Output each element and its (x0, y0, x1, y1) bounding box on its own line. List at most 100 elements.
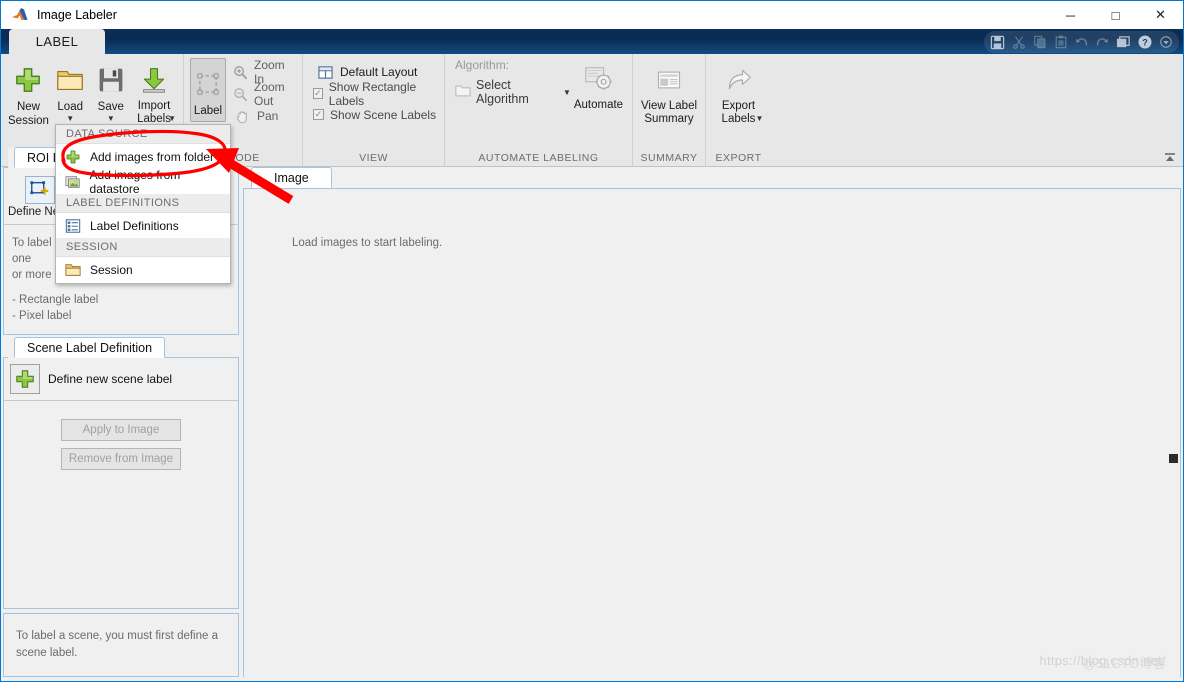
menu-header-data-source: DATA SOURCE (56, 125, 230, 144)
title-bar: Image Labeler ─ □ ✕ (1, 1, 1183, 29)
tab-label[interactable]: LABEL (9, 29, 105, 54)
tab-image[interactable]: Image (251, 167, 332, 188)
remove-from-image-button[interactable]: Remove from Image (61, 448, 181, 470)
ribbon-group-view: Default Layout ✓ Show Rectangle Labels ✓… (302, 54, 444, 167)
datastore-icon (64, 173, 82, 191)
pan-hand-icon (233, 107, 251, 125)
menu-item-session[interactable]: Session (56, 257, 230, 282)
label-mode-button[interactable]: Label (190, 58, 226, 122)
scene-note-panel: To label a scene, you must first define … (3, 613, 239, 677)
ribbon-group-export: Export Labels ▼ EXPORT (705, 54, 771, 167)
algorithm-folder-icon (455, 84, 471, 101)
paste-icon[interactable] (1051, 33, 1070, 51)
save-icon[interactable] (988, 33, 1007, 51)
export-labels-button[interactable]: Export Labels ▼ (712, 58, 765, 125)
import-labels-button[interactable]: Import Labels ▼ (131, 58, 177, 125)
checkbox-icon: ✓ (313, 88, 323, 99)
layout-grid-icon (316, 63, 334, 81)
scene-label-definition-panel: Scene Label Definition Define new scene … (3, 337, 239, 609)
add-plus-icon (64, 148, 82, 166)
close-button[interactable]: ✕ (1138, 1, 1183, 29)
svg-text:?: ? (1142, 38, 1148, 48)
menu-label-label-definitions: Label Definitions (90, 218, 179, 233)
matlab-icon (11, 6, 29, 24)
save-button[interactable]: Save ▼ (91, 58, 132, 123)
roi-hint-item1: - Rectangle label (12, 294, 99, 306)
group-title-export: EXPORT (715, 152, 762, 164)
pan-button[interactable]: Pan (230, 105, 296, 127)
scene-note-line2: scene label. (16, 647, 78, 659)
view-label-summary-button[interactable]: View Label Summary (639, 58, 699, 127)
empty-canvas-message: Load images to start labeling. (292, 237, 443, 249)
apply-to-image-button[interactable]: Apply to Image (61, 419, 181, 441)
label-roi-icon (191, 67, 225, 101)
define-new-scene-label: Define new scene label (48, 372, 173, 386)
scroll-marker[interactable] (1169, 454, 1178, 463)
redo-icon[interactable] (1093, 33, 1112, 51)
select-algorithm-caret-icon[interactable]: ▼ (563, 88, 571, 97)
zoom-out-label: Zoom Out (254, 80, 285, 108)
new-session-icon (11, 63, 45, 97)
define-roi-icon (25, 176, 55, 204)
load-caret-icon[interactable]: ▼ (66, 115, 74, 123)
show-rectangle-labels-checkbox[interactable]: ✓ Show Rectangle Labels (313, 80, 438, 108)
group-title-summary: SUMMARY (640, 152, 698, 164)
scene-actions: Apply to Image Remove from Image (4, 401, 238, 476)
select-algorithm-button[interactable]: Select Algorithm ▼ (451, 78, 571, 106)
scene-note: To label a scene, you must first define … (4, 614, 238, 676)
scene-panel-tabs: Scene Label Definition (8, 337, 166, 358)
export-labels-icon (722, 63, 756, 97)
export-labels-label-2: Labels (721, 113, 756, 125)
view-summary-label-1: View Label (640, 100, 698, 112)
menu-item-add-images-from-folder[interactable]: Add images from folder (56, 144, 230, 169)
algorithm-label: Algorithm: (455, 58, 510, 72)
status-bar (1, 677, 1183, 681)
save-label: Save (97, 101, 124, 113)
roi-hint-item2: - Pixel label (12, 310, 72, 322)
label-mode-label: Label (193, 104, 223, 117)
automate-button[interactable]: Automate (571, 56, 626, 113)
tab-scene-label-definition[interactable]: Scene Label Definition (14, 337, 166, 358)
show-scene-labels-checkbox[interactable]: ✓ Show Scene Labels (313, 104, 438, 125)
image-labeler-window: Image Labeler ─ □ ✕ LABEL ? New Session … (0, 0, 1184, 682)
load-folder-icon (53, 63, 87, 97)
copy-icon[interactable] (1030, 33, 1049, 51)
menu-label-add-images-from-datastore: Add images from datastore (89, 167, 181, 196)
view-summary-label-2: Summary (644, 113, 694, 125)
image-canvas[interactable]: Load images to start labeling. https://b… (243, 188, 1181, 681)
zoom-in-icon (233, 63, 248, 81)
import-labels-icon (137, 63, 171, 97)
load-label: Load (57, 101, 83, 113)
menu-header-label-definitions: LABEL DEFINITIONS (56, 194, 230, 213)
menu-label-session: Session (90, 262, 133, 277)
menu-header-session: SESSION (56, 238, 230, 257)
new-session-label-1: New (16, 101, 40, 113)
collapse-ribbon-icon[interactable] (1161, 150, 1179, 165)
zoom-out-button[interactable]: Zoom Out (230, 80, 296, 108)
watermark-overlay: @51CTO博客 (1082, 656, 1166, 671)
minimize-button[interactable]: ─ (1048, 1, 1093, 29)
cut-icon[interactable] (1009, 33, 1028, 51)
export-caret-icon[interactable]: ▼ (756, 115, 764, 123)
folder-icon (64, 261, 82, 279)
load-button[interactable]: Load ▼ (50, 58, 91, 123)
new-session-button[interactable]: New Session (7, 58, 50, 129)
save-caret-icon[interactable]: ▼ (107, 115, 115, 123)
watermark: https://blog.csdn.net/ @51CTO博客 (1039, 653, 1166, 671)
group-title-view: VIEW (359, 152, 388, 164)
quick-access-toolbar: ? (984, 31, 1179, 53)
maximize-button[interactable]: □ (1093, 1, 1138, 29)
undo-icon[interactable] (1072, 33, 1091, 51)
help-icon[interactable]: ? (1135, 33, 1154, 51)
ribbon-group-automate: Algorithm: Select Algorithm ▼ Automate A… (444, 54, 632, 167)
define-new-scene-label-row[interactable]: Define new scene label (4, 358, 238, 401)
label-definitions-icon (64, 217, 82, 235)
qat-dropdown-icon[interactable] (1156, 33, 1175, 51)
menu-label-add-images-from-folder: Add images from folder (90, 149, 215, 164)
import-caret-icon[interactable]: ▼ (168, 115, 176, 123)
menu-item-add-images-from-datastore[interactable]: Add images from datastore (56, 167, 230, 196)
add-plus-icon[interactable] (10, 364, 40, 394)
layout-icon[interactable] (1114, 33, 1133, 51)
ribbon-group-summary: View Label Summary SUMMARY (632, 54, 705, 167)
menu-item-label-definitions[interactable]: Label Definitions (56, 213, 230, 238)
